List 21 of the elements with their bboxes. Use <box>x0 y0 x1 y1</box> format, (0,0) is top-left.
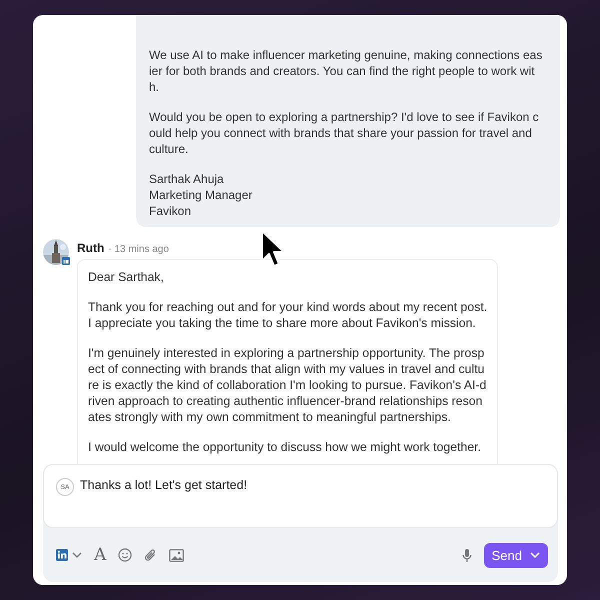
linkedin-icon <box>56 549 68 561</box>
message-paragraph: Thank you for reaching out and for your kind words about my recent post. I appreciate you taking the time to share more about Favikon's mission. <box>88 299 487 331</box>
message-paragraph: Dear Sarthak, <box>88 269 165 285</box>
message-input[interactable]: Thanks a lot! Let's get started! <box>80 478 480 492</box>
caret-icon <box>72 552 82 558</box>
send-button[interactable]: Send <box>484 542 548 568</box>
attachment-icon[interactable] <box>144 548 158 562</box>
message-paragraph: I would welcome the opportunity to discuss how we might work together. <box>88 439 482 455</box>
linkedin-badge-icon <box>62 257 70 265</box>
sender-name: Ruth <box>77 241 104 255</box>
caret-icon <box>530 552 540 558</box>
text-format-button[interactable]: A <box>94 546 106 564</box>
message-paragraph: Sarthak Ahuja Marketing Manager Favikon <box>149 171 254 219</box>
message-paragraph: I'm genuinely interested in exploring a partnership opportunity. The prosp ect of connecting with brands that align with my values in travel and cultu re is exactly the kind of collaboration I'm looking to pursue. Favikon's AI-d riven approach to creating authentic influencer-brand relationships reson ates strongly with my own commitment to meaningful partnerships. <box>88 345 487 425</box>
emoji-icon[interactable] <box>118 548 132 562</box>
message-paragraph: Would you be open to exploring a partnership? I'd love to see if Favikon c ould help you connect with brands that share your passion for travel and culture. <box>149 109 540 157</box>
channel-dropdown[interactable] <box>56 549 82 561</box>
timestamp: · 13 mins ago <box>108 244 169 255</box>
message-paragraph: We use AI to make influencer marketing genuine, making connections eas ier for both brands and creators. You can find the right people to work wit h. <box>149 47 544 95</box>
image-icon[interactable] <box>169 548 184 562</box>
microphone-icon[interactable] <box>462 548 472 562</box>
